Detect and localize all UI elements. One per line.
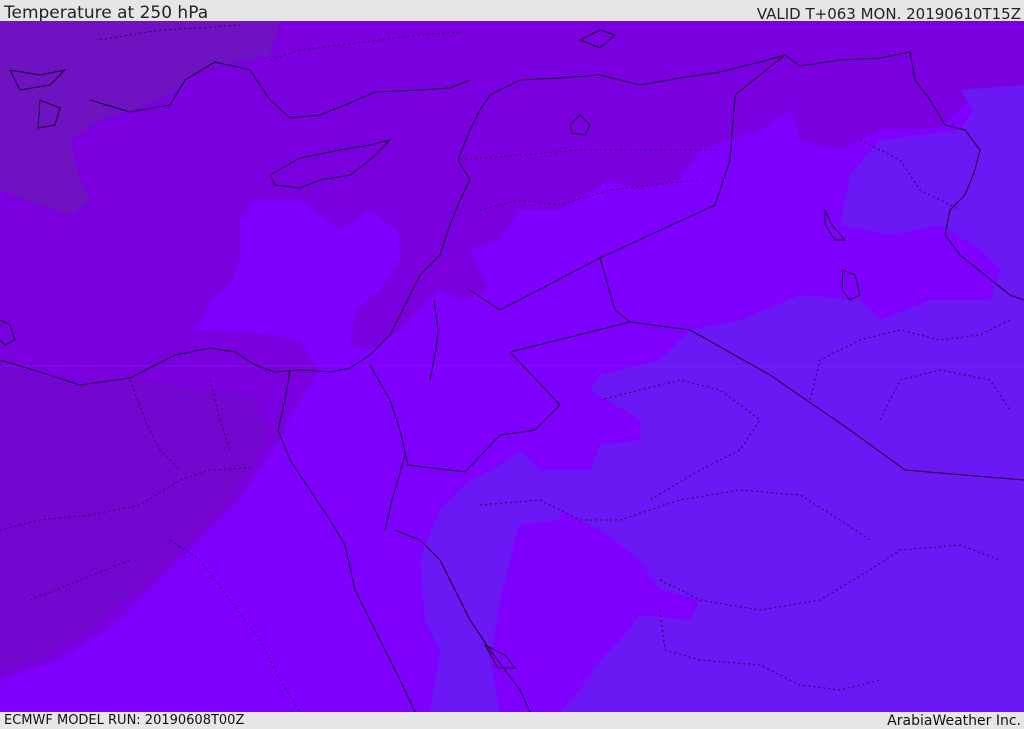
map-canvas[interactable] [0, 21, 1024, 712]
temperature-map [0, 21, 1024, 712]
model-run-label: ECMWF MODEL RUN: 20190608T00Z [4, 713, 245, 728]
footer-bar: ECMWF MODEL RUN: 20190608T00Z ArabiaWeat… [0, 712, 1024, 729]
credit-label: ArabiaWeather Inc. [887, 713, 1021, 729]
header-bar: Temperature at 250 hPa VALID T+063 MON. … [0, 0, 1024, 23]
map-title: Temperature at 250 hPa [4, 3, 209, 23]
